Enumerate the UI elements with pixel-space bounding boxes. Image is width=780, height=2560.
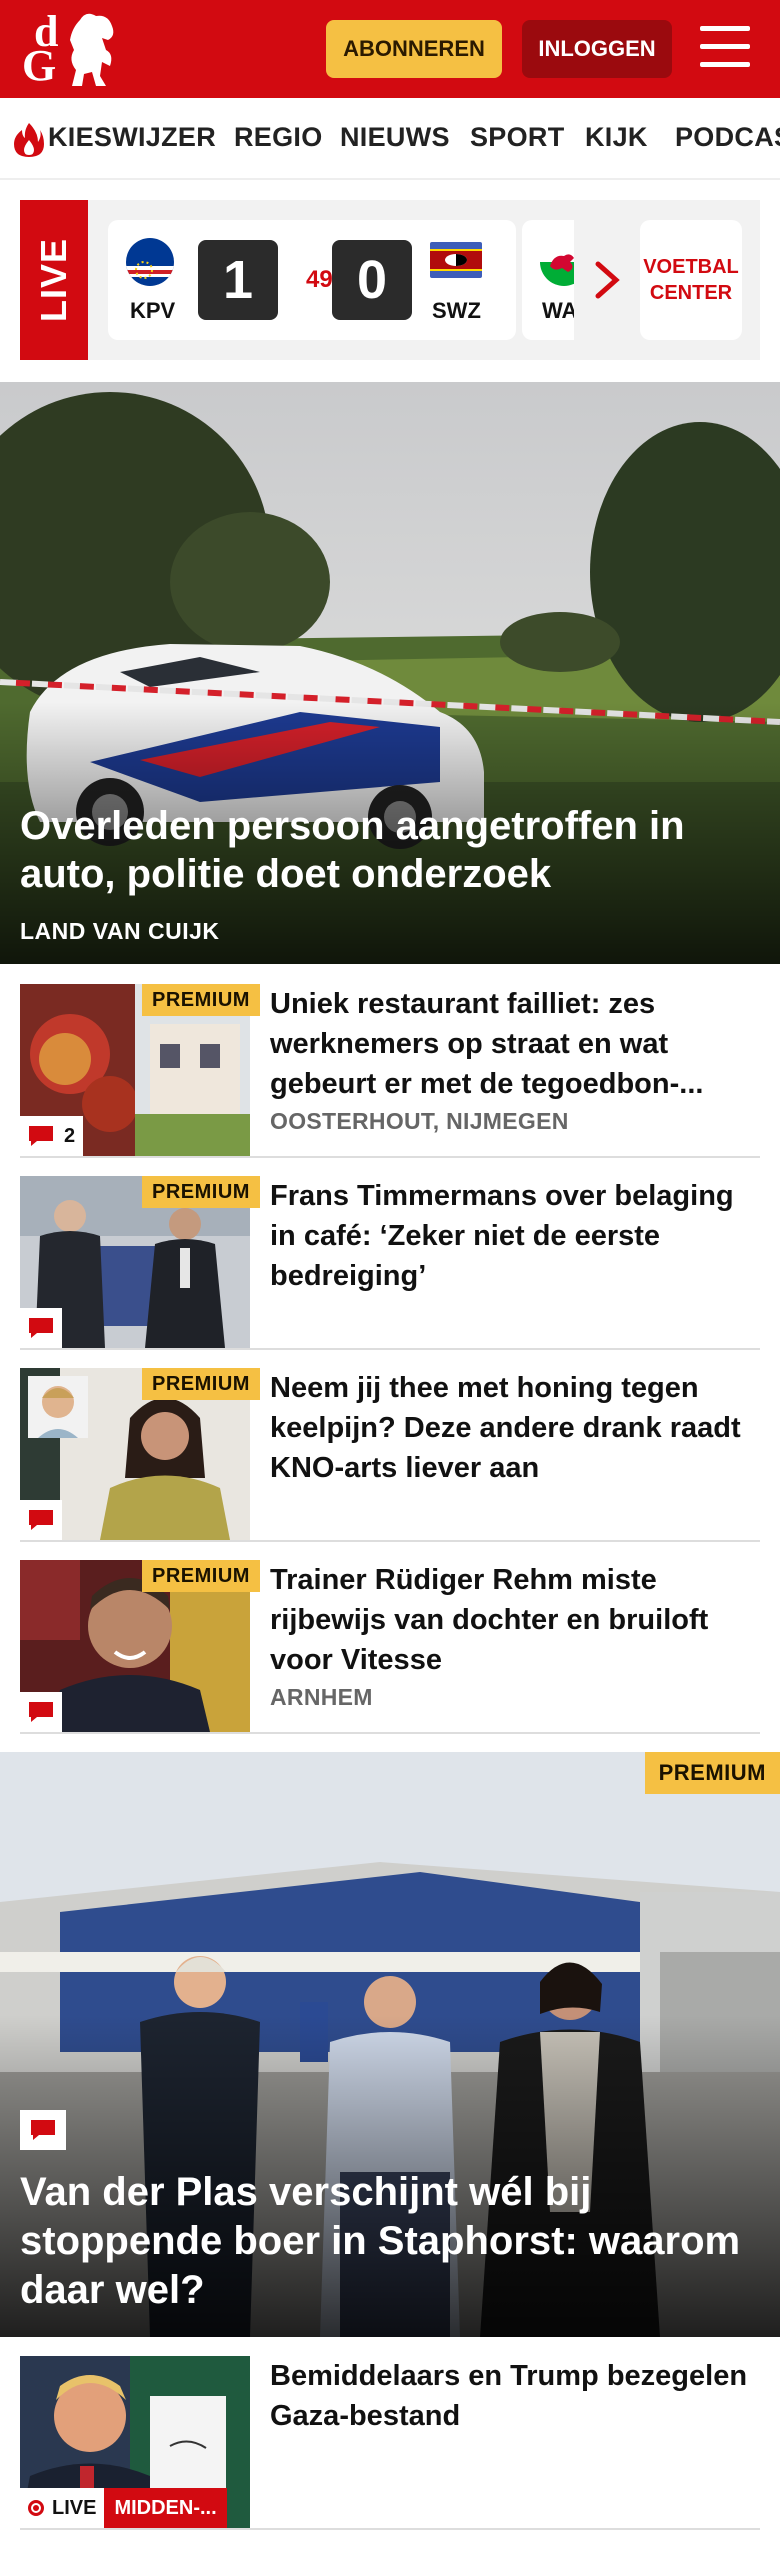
hero-title: Overleden persoon aangetroffen in auto, … <box>20 804 685 896</box>
main-nav: KIESWIJZER REGIO NIEUWS SPORT KIJK PODCA… <box>0 98 780 180</box>
article-title: Trainer Rüdiger Rehm miste rijbewijs van… <box>270 1564 709 1676</box>
comment-indicator[interactable] <box>20 1308 62 1348</box>
comment-indicator[interactable] <box>20 2110 66 2150</box>
premium-badge: PREMIUM <box>142 1368 260 1400</box>
away-team-code: SWZ <box>432 298 481 323</box>
live-dot-icon <box>28 2500 44 2516</box>
nav-item-regio[interactable]: REGIO <box>234 122 323 153</box>
comment-icon <box>29 1318 53 1338</box>
voetbal-center-line-2: CENTER <box>649 282 733 304</box>
featured-title: Van der Plas verschijnt wél bij stoppend… <box>20 2170 741 2312</box>
live-badge: LIVE MIDDEN-... <box>20 2488 227 2528</box>
premium-badge: PREMIUM <box>142 1560 260 1592</box>
article-title: Frans Timmermans over belaging in café: … <box>270 1180 734 1292</box>
article-location: OOSTERHOUT, NIJMEGEN <box>270 1108 569 1134</box>
voetbal-center-link[interactable]: VOETBAL CENTER <box>640 220 742 340</box>
comment-indicator[interactable] <box>20 1692 62 1732</box>
comment-icon <box>29 1126 53 1146</box>
comment-icon <box>29 1510 53 1530</box>
live-badge-label: LIVE <box>52 2496 97 2519</box>
article-title: Bemiddelaars en Trump bezegelen Gaza-bes… <box>270 2360 748 2432</box>
nav-item-kijk[interactable]: KIJK <box>585 122 648 153</box>
nav-item-podcasts[interactable]: PODCAS <box>675 122 780 153</box>
comment-count: 2 <box>64 1124 76 1147</box>
list-item[interactable]: PREMIUM 2 Uniek restaurant failliet: zes… <box>20 984 760 1158</box>
nav-item-nieuws[interactable]: NIEUWS <box>340 122 450 153</box>
chevron-right-icon[interactable] <box>592 260 622 300</box>
comment-indicator[interactable] <box>20 1500 62 1540</box>
article-title: Uniek restaurant failliet: zes werknemer… <box>270 988 704 1100</box>
match-card[interactable]: KPV 1 49' 0 SWZ <box>108 220 516 340</box>
live-scores-bar: LIVE KPV 1 49' 0 SWZ WA VOETBAL CENTER <box>20 200 760 360</box>
next-match-card[interactable]: WA <box>522 220 574 340</box>
login-button[interactable]: INLOGGEN <box>522 20 672 78</box>
article-title: Neem jij thee met honing tegen keelpijn?… <box>270 1372 741 1484</box>
premium-badge: PREMIUM <box>142 984 260 1016</box>
flame-icon <box>14 123 44 157</box>
nav-item-kieswijzer[interactable]: KIESWIJZER <box>48 122 216 153</box>
premium-badge: PREMIUM <box>142 1176 260 1208</box>
article-location: ARNHEM <box>270 1684 373 1710</box>
nav-item-sport[interactable]: SPORT <box>470 122 565 153</box>
home-score: 1 <box>198 240 278 320</box>
next-team-code: WA <box>542 298 574 323</box>
hamburger-menu-icon[interactable] <box>700 26 752 72</box>
home-team-code: KPV <box>130 298 176 323</box>
away-score: 0 <box>332 240 412 320</box>
eswatini-flag-icon <box>430 242 482 278</box>
logo-horse-icon <box>70 13 114 86</box>
site-header: d G ABONNEREN INLOGGEN <box>0 0 780 98</box>
voetbal-center-line-1: VOETBAL <box>643 256 739 278</box>
list-item[interactable]: PREMIUM Frans Timmermans over belaging i… <box>20 1176 760 1350</box>
hero-location: LAND VAN CUIJK <box>20 918 220 944</box>
comment-indicator[interactable]: 2 <box>20 1116 84 1156</box>
list-item[interactable]: PREMIUM Trainer Rüdiger Rehm miste rijbe… <box>20 1560 760 1734</box>
site-logo[interactable]: d G <box>22 8 118 90</box>
comment-icon <box>29 1702 53 1722</box>
list-item[interactable]: LIVE MIDDEN-... Bemiddelaars en Trump be… <box>20 2356 760 2530</box>
cape-verde-flag-icon <box>126 238 174 286</box>
section-badge: MIDDEN-... <box>104 2488 227 2528</box>
comment-icon <box>31 2120 55 2140</box>
logo-letter-g: G <box>22 41 57 90</box>
list-item[interactable]: PREMIUM Neem jij thee met honing tegen k… <box>20 1368 760 1542</box>
featured-article[interactable]: PREMIUM Van der Plas verschijnt wél bij … <box>0 1752 780 2337</box>
subscribe-button[interactable]: ABONNEREN <box>326 20 502 78</box>
live-label: LIVE <box>20 200 88 360</box>
premium-badge: PREMIUM <box>644 1752 780 1794</box>
wales-flag-icon <box>540 238 574 286</box>
hero-article[interactable]: Overleden persoon aangetroffen in auto, … <box>0 382 780 964</box>
